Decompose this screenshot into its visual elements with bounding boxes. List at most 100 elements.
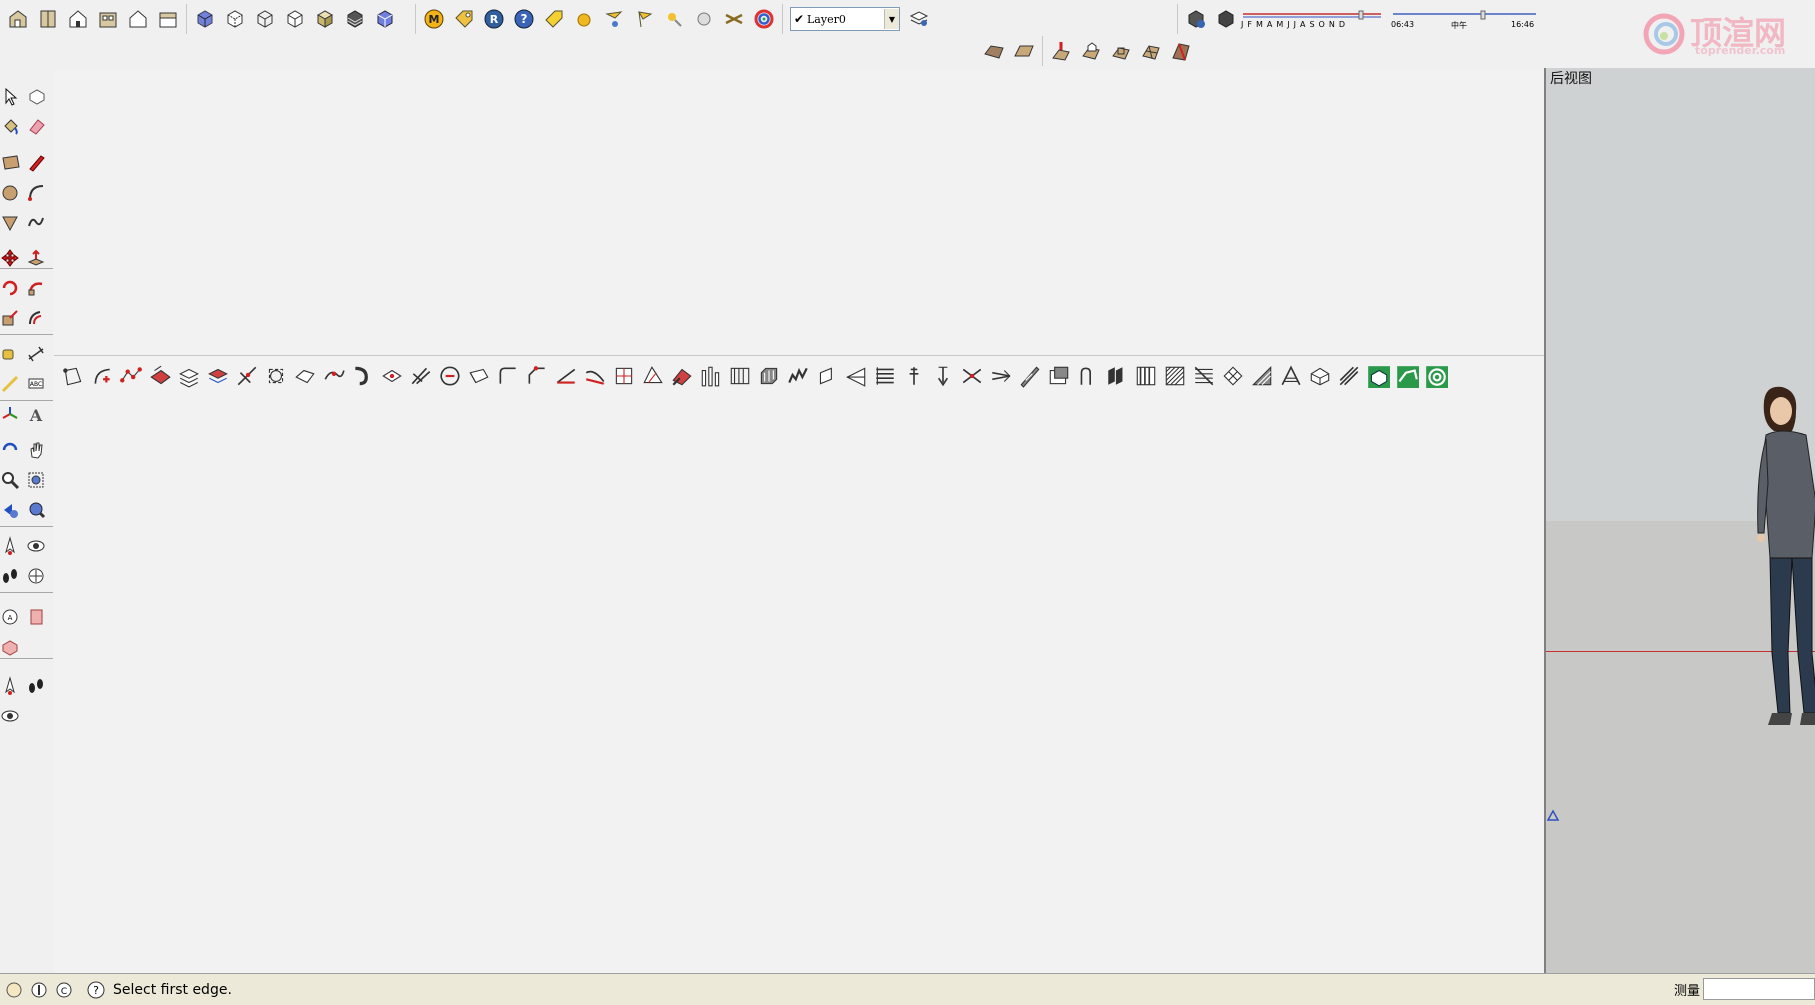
- plugin-tool-13-button[interactable]: [406, 361, 435, 391]
- display-section-button[interactable]: [24, 605, 48, 629]
- layer-manager-button[interactable]: [905, 5, 933, 33]
- plugin-tool-48-button[interactable]: [1421, 361, 1450, 391]
- polygon-button[interactable]: [0, 210, 22, 234]
- plugin-tool-33-button[interactable]: [986, 361, 1015, 391]
- drape-button[interactable]: [1107, 37, 1135, 65]
- make-component-button[interactable]: [24, 84, 48, 108]
- line-button[interactable]: [24, 150, 48, 174]
- look-around-button[interactable]: [24, 534, 48, 558]
- geo-location-icon[interactable]: [3, 979, 25, 1001]
- plugin-tool-25-button[interactable]: [754, 361, 783, 391]
- offset-button[interactable]: [24, 306, 48, 330]
- layer-dropdown[interactable]: ✔ Layer0 ▼: [790, 7, 900, 31]
- plugin-tool-15-button[interactable]: [464, 361, 493, 391]
- shaded-textures-button[interactable]: [341, 5, 369, 33]
- freehand-button[interactable]: [24, 210, 48, 234]
- front-view-button[interactable]: [64, 5, 92, 33]
- plugin-tool-42-button[interactable]: [1247, 361, 1276, 391]
- plugin-tool-30-button[interactable]: [899, 361, 928, 391]
- plugin-tool-35-button[interactable]: [1044, 361, 1073, 391]
- plugin-tool-8-button[interactable]: [261, 361, 290, 391]
- position-camera-2-button[interactable]: [0, 674, 22, 698]
- plugin-tool-3-button[interactable]: [116, 361, 145, 391]
- iso-view-button[interactable]: [4, 5, 32, 33]
- plugin-tool-47-button[interactable]: [1392, 361, 1421, 391]
- plugin-tool-26-button[interactable]: [783, 361, 812, 391]
- shadow-settings-button[interactable]: [1182, 5, 1210, 33]
- plugin-tool-5-button[interactable]: [174, 361, 203, 391]
- plugin-tool-22-button[interactable]: [667, 361, 696, 391]
- light-plugin-button[interactable]: [660, 5, 688, 33]
- plugin-tool-12-button[interactable]: [377, 361, 406, 391]
- plugin-tool-36-button[interactable]: [1073, 361, 1102, 391]
- scale-button[interactable]: [0, 306, 22, 330]
- sphere-plugin-button[interactable]: [570, 5, 598, 33]
- push-pull-button[interactable]: [24, 246, 48, 270]
- plugin-tool-40-button[interactable]: [1189, 361, 1218, 391]
- material-ball-button[interactable]: [690, 5, 718, 33]
- display-shadows-button[interactable]: [1212, 5, 1240, 33]
- follow-me-button[interactable]: [24, 276, 48, 300]
- terrain-contours-button[interactable]: [980, 37, 1008, 65]
- plugin-tool-19-button[interactable]: [580, 361, 609, 391]
- plugin-tool-10-button[interactable]: [319, 361, 348, 391]
- plugin-tool-34-button[interactable]: [1015, 361, 1044, 391]
- zoom-button[interactable]: [0, 468, 22, 492]
- plugin-tool-24-button[interactable]: [725, 361, 754, 391]
- plugin-tool-31-button[interactable]: [928, 361, 957, 391]
- instructor-help-icon[interactable]: ?: [85, 979, 107, 1001]
- look-around-2-button[interactable]: [0, 704, 22, 728]
- plugin-tool-39-button[interactable]: [1160, 361, 1189, 391]
- help-plugin-button[interactable]: ?: [510, 5, 538, 33]
- circle-button[interactable]: [0, 180, 22, 204]
- plugin-tool-43-button[interactable]: [1276, 361, 1305, 391]
- smoove-button[interactable]: [1047, 37, 1075, 65]
- main-canvas[interactable]: [54, 70, 1544, 973]
- arc-button[interactable]: [24, 180, 48, 204]
- select-button[interactable]: [0, 84, 22, 108]
- plugin-tool-17-button[interactable]: [522, 361, 551, 391]
- credits-icon[interactable]: [28, 979, 50, 1001]
- dimension-button[interactable]: [24, 342, 48, 366]
- plugin-tool-1-button[interactable]: [58, 361, 87, 391]
- flag-plugin-button[interactable]: [630, 5, 658, 33]
- plugin-tool-2-button[interactable]: [87, 361, 116, 391]
- back-edges-button[interactable]: [221, 5, 249, 33]
- section-tool-a-button[interactable]: A: [0, 605, 22, 629]
- viewport[interactable]: 后视图: [1544, 68, 1815, 973]
- label-plugin-button[interactable]: [540, 5, 568, 33]
- back-view-button[interactable]: [124, 5, 152, 33]
- measurements-field[interactable]: [1703, 978, 1815, 1000]
- plugin-tool-14-button[interactable]: [435, 361, 464, 391]
- copyright-icon[interactable]: C: [53, 979, 75, 1001]
- flip-edge-button[interactable]: [1167, 37, 1195, 65]
- orbit-button[interactable]: [0, 438, 22, 462]
- axes-button[interactable]: [0, 402, 22, 426]
- dropdown-arrow-icon[interactable]: ▼: [884, 9, 899, 29]
- plugin-tool-46-button[interactable]: [1363, 361, 1392, 391]
- plugin-tool-21-button[interactable]: [638, 361, 667, 391]
- top-view-button[interactable]: [34, 5, 62, 33]
- plugin-tool-4-button[interactable]: [145, 361, 174, 391]
- rotate-button[interactable]: [0, 276, 22, 300]
- plugin-tool-28-button[interactable]: [841, 361, 870, 391]
- terrain-scratch-button[interactable]: [1010, 37, 1038, 65]
- tag-plugin-button[interactable]: [450, 5, 478, 33]
- time-slider[interactable]: 06:43 中午 16:46: [1391, 8, 1541, 30]
- display-section-cut-button[interactable]: [0, 635, 22, 659]
- spot-light-button[interactable]: [600, 5, 628, 33]
- add-detail-button[interactable]: [1137, 37, 1165, 65]
- plugin-tool-6-button[interactable]: [203, 361, 232, 391]
- walk-button[interactable]: [0, 564, 22, 588]
- plugin-tool-37-button[interactable]: [1102, 361, 1131, 391]
- hidden-line-button[interactable]: [281, 5, 309, 33]
- pan-button[interactable]: [24, 438, 48, 462]
- plugin-tool-32-button[interactable]: [957, 361, 986, 391]
- stamp-button[interactable]: [1077, 37, 1105, 65]
- r-plugin-button[interactable]: R: [480, 5, 508, 33]
- left-view-button[interactable]: [154, 5, 182, 33]
- month-slider[interactable]: JFMAMJJASOND: [1241, 8, 1391, 30]
- paint-bucket-button[interactable]: [0, 114, 22, 138]
- m-plugin-button[interactable]: M: [420, 5, 448, 33]
- plugin-tool-11-button[interactable]: [348, 361, 377, 391]
